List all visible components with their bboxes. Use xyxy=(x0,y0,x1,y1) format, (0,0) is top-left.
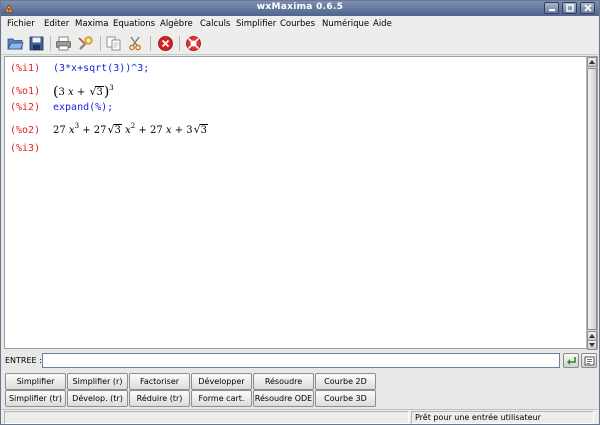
exponent: 3 xyxy=(74,122,80,130)
output-label: (%o2) xyxy=(10,125,41,136)
scroll-up-button[interactable] xyxy=(587,57,597,67)
entry-label: ENTREE : xyxy=(5,356,42,365)
menu-equations[interactable]: Equations xyxy=(113,19,155,29)
menu-editer[interactable]: Editer xyxy=(44,19,69,29)
operator: + xyxy=(82,125,91,136)
courbe-3d-button[interactable]: Courbe 3D xyxy=(315,390,376,407)
maximize-icon xyxy=(566,4,574,12)
exponent: 2 xyxy=(130,122,136,130)
term: 27 xyxy=(149,125,163,136)
interrupt-icon[interactable] xyxy=(157,35,174,52)
output-expression-o1: (3 x + √ 3)3 xyxy=(53,83,114,100)
input-label: (%i2) xyxy=(10,102,41,113)
menu-bar: Fichier Editer Maxima Equations Algèbre … xyxy=(2,16,598,32)
radical: √ 3 xyxy=(193,123,209,136)
simplifier-button[interactable]: Simplifier xyxy=(5,373,66,390)
resoudre-button[interactable]: Résoudre xyxy=(253,373,314,390)
radicand: 3 xyxy=(95,86,104,98)
menu-simplifier[interactable]: Simplifier xyxy=(236,19,276,29)
toolbar-separator xyxy=(179,36,180,51)
input-label: (%i3) xyxy=(10,143,41,154)
status-bar: Prêt pour une entrée utilisateur xyxy=(2,409,598,424)
radical: √ 3 xyxy=(89,85,104,98)
menu-fichier[interactable]: Fichier xyxy=(7,19,35,29)
input-expression[interactable]: (3*x+sqrt(3))^3; xyxy=(53,63,149,74)
output-label: (%o1) xyxy=(10,86,41,97)
radical: √ 3 xyxy=(107,123,122,136)
term: x xyxy=(125,125,131,136)
scrollbar-thumb[interactable] xyxy=(587,68,597,330)
menu-numerique[interactable]: Numérique xyxy=(322,19,369,29)
menu-algebre[interactable]: Algèbre xyxy=(160,19,193,29)
forme-cart-button[interactable]: Forme cart. xyxy=(191,390,252,407)
vertical-scrollbar[interactable] xyxy=(586,57,597,350)
term: 27 xyxy=(53,125,66,136)
courbe-2d-button[interactable]: Courbe 2D xyxy=(315,373,376,390)
menu-maxima[interactable]: Maxima xyxy=(75,19,108,29)
arrow-up-icon xyxy=(589,334,595,338)
arrow-up-icon xyxy=(589,60,595,64)
menu-courbes[interactable]: Courbes xyxy=(280,19,315,29)
term: x xyxy=(68,125,75,136)
menu-aide[interactable]: Aide xyxy=(373,19,392,29)
save-icon[interactable] xyxy=(28,35,45,52)
operator: + xyxy=(174,125,184,136)
status-field: Prêt pour une entrée utilisateur xyxy=(411,411,594,424)
entry-row: ENTREE : xyxy=(2,351,598,371)
help-icon[interactable] xyxy=(185,35,202,52)
execute-button[interactable] xyxy=(563,353,579,368)
open-icon[interactable] xyxy=(7,35,24,52)
developper-button[interactable]: Développer xyxy=(191,373,252,390)
arrow-down-icon xyxy=(589,343,595,347)
term: x xyxy=(68,87,74,98)
develop-tr-button[interactable]: Dévelop. (tr) xyxy=(67,390,128,407)
title-bar: wxMaxima 0.6.5 xyxy=(1,1,599,16)
enter-arrow-icon xyxy=(567,357,576,365)
copy-icon[interactable] xyxy=(105,35,122,52)
operator: + xyxy=(76,87,86,98)
minimize-icon xyxy=(549,9,555,11)
status-text: Prêt pour une entrée utilisateur xyxy=(415,413,541,422)
entry-input[interactable] xyxy=(42,353,560,368)
multiline-entry-button[interactable] xyxy=(581,353,597,368)
term: 3 xyxy=(58,87,65,98)
term: x xyxy=(165,125,172,136)
close-icon xyxy=(584,4,592,12)
simplifier-r-button[interactable]: Simplifier (r) xyxy=(67,373,128,390)
operator: + xyxy=(138,125,147,136)
toolbar-separator xyxy=(100,36,101,51)
term: 27 xyxy=(93,125,107,136)
simplifier-tr-button[interactable]: Simplifier (tr) xyxy=(5,390,66,407)
menu-calculs[interactable]: Calculs xyxy=(200,19,230,29)
window-title: wxMaxima 0.6.5 xyxy=(256,2,344,12)
open-paren: ( xyxy=(53,84,59,100)
toolbar-separator xyxy=(150,36,151,51)
resoudre-ode-button[interactable]: Résoudre ODE xyxy=(253,390,314,407)
maximize-button[interactable] xyxy=(562,2,577,14)
exponent: 3 xyxy=(109,84,114,92)
minimize-button[interactable] xyxy=(544,2,559,14)
toolbar-separator xyxy=(50,36,51,51)
print-icon[interactable] xyxy=(55,35,72,52)
input-label: (%i1) xyxy=(10,63,41,74)
scroll-down-button[interactable] xyxy=(587,340,597,350)
status-field-empty xyxy=(4,411,409,424)
toolbar xyxy=(2,32,598,55)
application-window: wxMaxima 0.6.5 Fichier Editer Maxima Equ… xyxy=(0,0,600,425)
worksheet[interactable]: (%i1) (3*x+sqrt(3))^3; (%o1) (3 x + √ 3)3… xyxy=(4,56,598,350)
input-expression[interactable]: expand(%); xyxy=(53,102,113,113)
reduire-tr-button[interactable]: Réduire (tr) xyxy=(129,390,190,407)
term: 3 xyxy=(186,125,193,136)
factoriser-button[interactable]: Factoriser xyxy=(129,373,190,390)
preferences-icon[interactable] xyxy=(77,35,94,52)
text-area-icon xyxy=(584,356,595,366)
output-expression-o2: 27 x3 + 27 √ 3 x2 + 27 x + 3 √ 3 xyxy=(53,122,209,136)
cut-icon[interactable] xyxy=(127,35,144,52)
close-window-button[interactable] xyxy=(580,2,595,14)
